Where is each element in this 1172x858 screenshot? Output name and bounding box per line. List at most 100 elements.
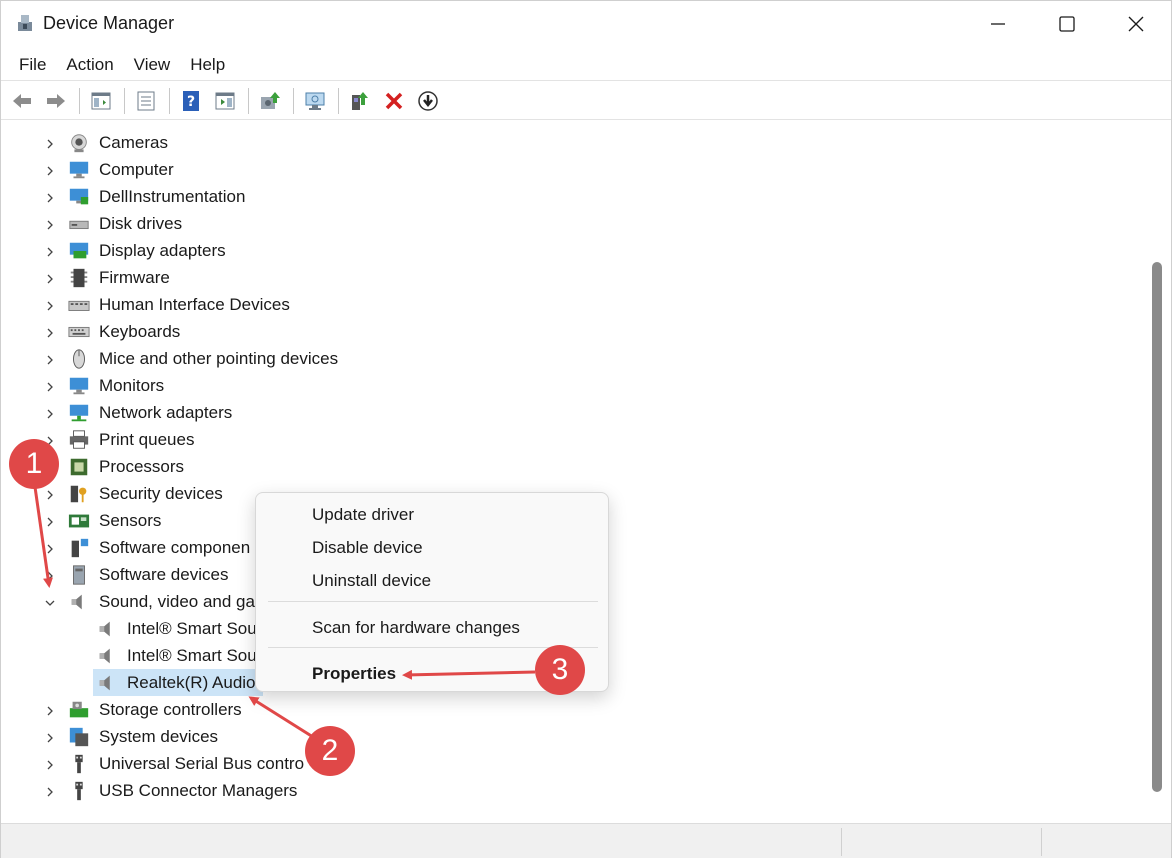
chevron-right-icon[interactable] bbox=[43, 326, 57, 340]
chevron-right-icon[interactable] bbox=[43, 488, 57, 502]
update-driver-icon bbox=[261, 91, 280, 109]
add-driver-button[interactable] bbox=[345, 86, 375, 116]
usb-icon bbox=[75, 754, 83, 774]
tree-item-label: Firmware bbox=[99, 268, 170, 287]
menu-file[interactable]: File bbox=[9, 51, 56, 79]
tree-category-item[interactable]: Human Interface Devices bbox=[7, 292, 1147, 319]
chevron-right-icon[interactable] bbox=[43, 542, 57, 556]
tree-item-label: Universal Serial Bus contro bbox=[99, 754, 305, 773]
scan-hardware-menu-item[interactable]: Scan for hardware changes bbox=[312, 618, 520, 638]
tree-item-label: Processors bbox=[99, 457, 185, 476]
tree-category-item[interactable]: Universal Serial Bus contro bbox=[7, 751, 1147, 778]
tree-item-label: Human Interface Devices bbox=[99, 295, 290, 314]
chevron-right-icon[interactable] bbox=[43, 299, 57, 313]
close-icon bbox=[1128, 16, 1144, 32]
tree-item-label: Network adapters bbox=[99, 403, 233, 422]
tree-item-label: Software devices bbox=[99, 565, 229, 584]
action-pane-button[interactable] bbox=[210, 86, 240, 116]
chevron-right-icon[interactable] bbox=[43, 218, 57, 232]
action-pane-icon bbox=[215, 92, 235, 109]
hid-icon bbox=[68, 300, 90, 311]
maximize-button[interactable] bbox=[1032, 1, 1102, 47]
firmware-icon bbox=[70, 268, 88, 288]
tree-category-item[interactable]: Mice and other pointing devices bbox=[7, 346, 1147, 373]
help-button[interactable]: ? bbox=[176, 86, 206, 116]
chevron-down-icon[interactable] bbox=[43, 596, 57, 610]
properties-menu-item[interactable]: Properties bbox=[312, 664, 396, 684]
chevron-right-icon[interactable] bbox=[43, 191, 57, 205]
toolbar-separator bbox=[293, 87, 294, 114]
update-driver-button[interactable] bbox=[255, 86, 285, 116]
download-button[interactable] bbox=[413, 86, 443, 116]
update-driver-menu-item[interactable]: Update driver bbox=[312, 505, 414, 525]
chevron-right-icon[interactable] bbox=[43, 407, 57, 421]
tree-item-label: Computer bbox=[99, 160, 174, 179]
tree-category-item[interactable]: Display adapters bbox=[7, 238, 1147, 265]
network-adapter-icon bbox=[69, 404, 89, 422]
display-adapter-icon bbox=[69, 242, 89, 259]
scan-hardware-button[interactable] bbox=[300, 86, 330, 116]
tree-item-label: DellInstrumentation bbox=[99, 187, 246, 206]
download-icon bbox=[418, 90, 438, 111]
help-icon: ? bbox=[183, 90, 199, 111]
tree-category-item[interactable]: Keyboards bbox=[7, 319, 1147, 346]
printer-icon bbox=[69, 430, 89, 449]
title-bar: Device Manager bbox=[1, 1, 1171, 47]
chevron-right-icon[interactable] bbox=[43, 245, 57, 259]
tree-category-item[interactable]: Storage controllers bbox=[7, 697, 1147, 724]
show-hide-tree-button[interactable] bbox=[86, 86, 116, 116]
chevron-right-icon[interactable] bbox=[43, 731, 57, 745]
forward-button[interactable] bbox=[41, 86, 71, 116]
tree-category-item[interactable]: Monitors bbox=[7, 373, 1147, 400]
toolbar-separator bbox=[338, 87, 339, 114]
chevron-right-icon[interactable] bbox=[43, 353, 57, 367]
chevron-right-icon[interactable] bbox=[43, 704, 57, 718]
uninstall-icon bbox=[385, 92, 403, 109]
tree-item-label: Keyboards bbox=[99, 322, 181, 341]
minimize-button[interactable] bbox=[963, 1, 1033, 47]
monitor-icon bbox=[69, 377, 89, 395]
tree-category-item[interactable]: Computer bbox=[7, 157, 1147, 184]
tree-category-item[interactable]: Cameras bbox=[7, 130, 1147, 157]
tree-category-item[interactable]: DellInstrumentation bbox=[7, 184, 1147, 211]
tree-category-item[interactable]: System devices bbox=[7, 724, 1147, 751]
processor-icon bbox=[70, 458, 88, 476]
menu-action[interactable]: Action bbox=[56, 51, 123, 79]
close-button[interactable] bbox=[1101, 1, 1171, 47]
speaker-icon bbox=[99, 675, 110, 691]
tree-category-item[interactable]: Print queues bbox=[7, 427, 1147, 454]
chevron-right-icon[interactable] bbox=[43, 137, 57, 151]
tree-item-label: Storage controllers bbox=[99, 700, 242, 719]
chevron-right-icon[interactable] bbox=[43, 569, 57, 583]
tree-category-item[interactable]: Firmware bbox=[7, 265, 1147, 292]
chevron-right-icon[interactable] bbox=[43, 380, 57, 394]
disable-device-menu-item[interactable]: Disable device bbox=[312, 538, 423, 558]
menu-view[interactable]: View bbox=[124, 51, 181, 79]
uninstall-button[interactable] bbox=[379, 86, 409, 116]
back-button[interactable] bbox=[7, 86, 37, 116]
device-tree: Cameras Computer DellInstrumentation Disk d… bbox=[7, 128, 1147, 820]
tree-category-item[interactable]: USB Connector Managers bbox=[7, 778, 1147, 805]
mouse-icon bbox=[73, 349, 85, 369]
scan-hardware-icon bbox=[305, 92, 325, 110]
scrollbar-thumb[interactable] bbox=[1152, 262, 1162, 792]
chevron-right-icon[interactable] bbox=[43, 515, 57, 529]
chevron-right-icon[interactable] bbox=[43, 758, 57, 772]
tree-item-label: Monitors bbox=[99, 376, 165, 395]
status-bar bbox=[1, 823, 1171, 858]
tree-item-label: Intel® Smart Sou bbox=[127, 619, 257, 638]
tree-category-item[interactable]: Processors bbox=[7, 454, 1147, 481]
menu-help[interactable]: Help bbox=[180, 51, 235, 79]
chevron-right-icon[interactable] bbox=[43, 785, 57, 799]
tree-category-item[interactable]: Network adapters bbox=[7, 400, 1147, 427]
usb-icon bbox=[75, 781, 83, 801]
toolbar-separator bbox=[124, 87, 125, 114]
chevron-right-icon[interactable] bbox=[43, 164, 57, 178]
uninstall-device-menu-item[interactable]: Uninstall device bbox=[312, 571, 431, 591]
chevron-right-icon[interactable] bbox=[43, 272, 57, 286]
window-title: Device Manager bbox=[43, 13, 175, 33]
tree-category-item[interactable]: Disk drives bbox=[7, 211, 1147, 238]
tree-item-label: USB Connector Managers bbox=[99, 781, 298, 800]
add-driver-icon bbox=[352, 91, 368, 110]
properties-button[interactable] bbox=[131, 86, 161, 116]
